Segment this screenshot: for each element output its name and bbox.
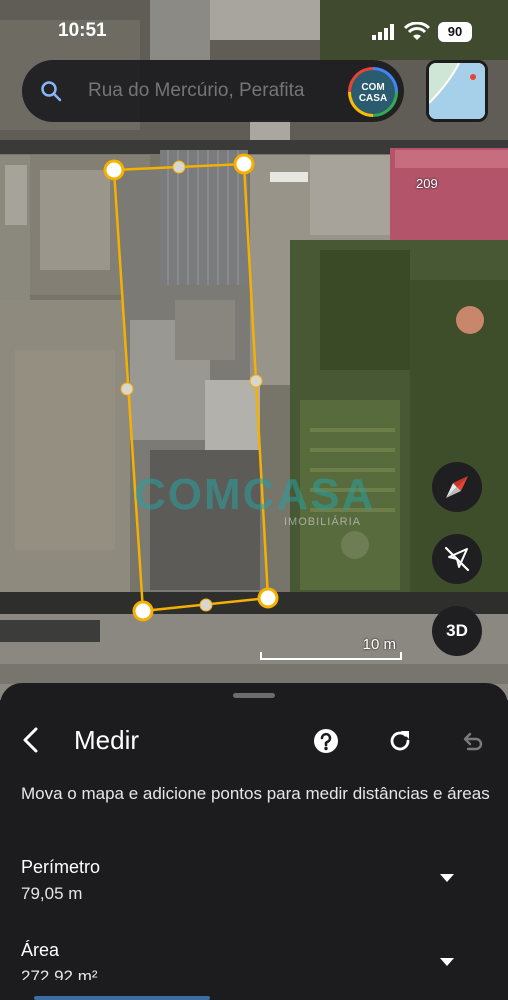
scale-label: 10 m: [362, 636, 396, 653]
help-icon[interactable]: [312, 727, 340, 755]
location-off-icon: [444, 546, 470, 572]
status-time: 10:51: [58, 20, 107, 41]
scale-bar: 10 m: [258, 636, 404, 662]
scale-bar-line: [260, 652, 402, 660]
search-icon: [41, 81, 62, 102]
compass-icon: [446, 476, 468, 498]
battery-indicator: 90: [438, 22, 472, 42]
chevron-down-icon[interactable]: [439, 873, 455, 883]
panel-title: Medir: [74, 725, 140, 755]
avatar-line1: COM: [361, 82, 385, 93]
chevron-down-icon[interactable]: [439, 957, 455, 967]
home-indicator: [34, 996, 210, 1000]
cellular-signal-icon: [372, 24, 394, 40]
search-input[interactable]: [88, 76, 364, 106]
location-button[interactable]: [432, 534, 482, 584]
instructions-text: Mova o mapa e adicione pontos para medir…: [21, 784, 490, 803]
back-arrow-icon[interactable]: [16, 725, 46, 755]
compass-button[interactable]: [432, 462, 482, 512]
watermark-logo: COMCASA IMOBILIÁRIA: [134, 470, 384, 528]
area-label: Área: [21, 940, 60, 960]
3d-button[interactable]: 3D: [432, 606, 482, 656]
search-bar[interactable]: COM CASA: [22, 60, 404, 122]
refresh-icon[interactable]: [386, 727, 414, 755]
parcel-number-label: 209: [416, 176, 438, 191]
map-layer-icon: [429, 63, 485, 119]
satellite-map[interactable]: 209 COMCASA IMOBILIÁRIA 10:51 90 COM CAS…: [0, 0, 508, 700]
perimeter-value: 79,05 m: [21, 884, 83, 903]
wifi-icon: [404, 22, 430, 40]
measure-panel: Medir Mova o mapa e adicione pontos para…: [0, 683, 508, 1000]
undo-icon[interactable]: [458, 727, 486, 755]
account-avatar[interactable]: COM CASA: [348, 67, 398, 117]
perimeter-row[interactable]: Perímetro 79,05 m: [21, 857, 491, 904]
status-bar: 10:51 90: [0, 0, 508, 56]
map-layer-thumbnail[interactable]: [426, 60, 488, 122]
perimeter-label: Perímetro: [21, 857, 101, 877]
avatar-line2: CASA: [358, 93, 388, 104]
drag-handle[interactable]: [233, 693, 275, 698]
watermark-subtext: IMOBILIÁRIA: [284, 516, 362, 528]
watermark-text: COMCASA: [134, 470, 376, 519]
